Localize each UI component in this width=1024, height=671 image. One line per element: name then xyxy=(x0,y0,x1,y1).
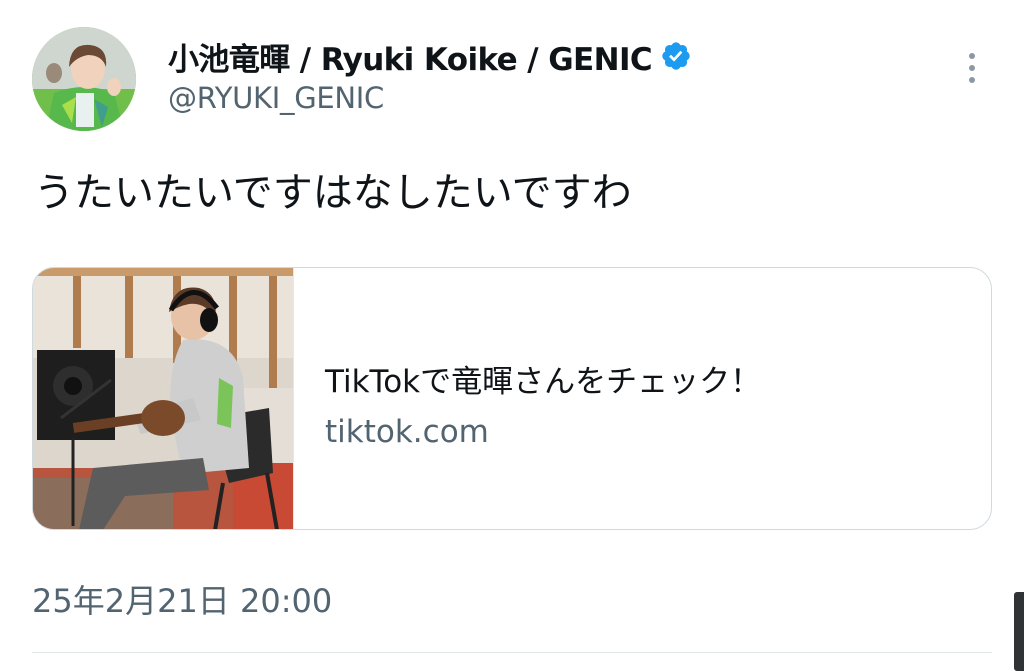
link-card[interactable]: TikTokで竜暉さんをチェック！ tiktok.com xyxy=(32,267,992,530)
tweet-detail: 小池竜暉 / Ryuki Koike / GENIC @RYUKI_GENIC … xyxy=(0,0,1024,671)
more-vertical-icon[interactable] xyxy=(958,46,986,90)
author-handle[interactable]: @RYUKI_GENIC xyxy=(168,81,384,115)
more-dot xyxy=(969,53,975,59)
divider xyxy=(32,652,992,653)
card-domain: tiktok.com xyxy=(325,414,489,450)
avatar[interactable] xyxy=(32,27,136,131)
card-title: TikTokで竜暉さんをチェック！ xyxy=(325,364,762,400)
tweet-text: うたいたいですはなしたいですわ xyxy=(34,170,632,216)
author-name-row[interactable]: 小池竜暉 / Ryuki Koike / GENIC xyxy=(168,34,692,78)
verified-badge-icon xyxy=(660,40,692,72)
card-thumbnail-image xyxy=(33,268,293,529)
more-dot xyxy=(969,65,975,71)
avatar-image xyxy=(32,27,136,131)
tweet-timestamp[interactable]: 25年2月21日 20:00 xyxy=(32,576,332,622)
more-dot xyxy=(969,77,975,83)
card-thumbnail[interactable] xyxy=(33,268,294,529)
scrollbar-thumb[interactable] xyxy=(1014,592,1024,671)
author-display-name[interactable]: 小池竜暉 / Ryuki Koike / GENIC xyxy=(168,34,653,79)
